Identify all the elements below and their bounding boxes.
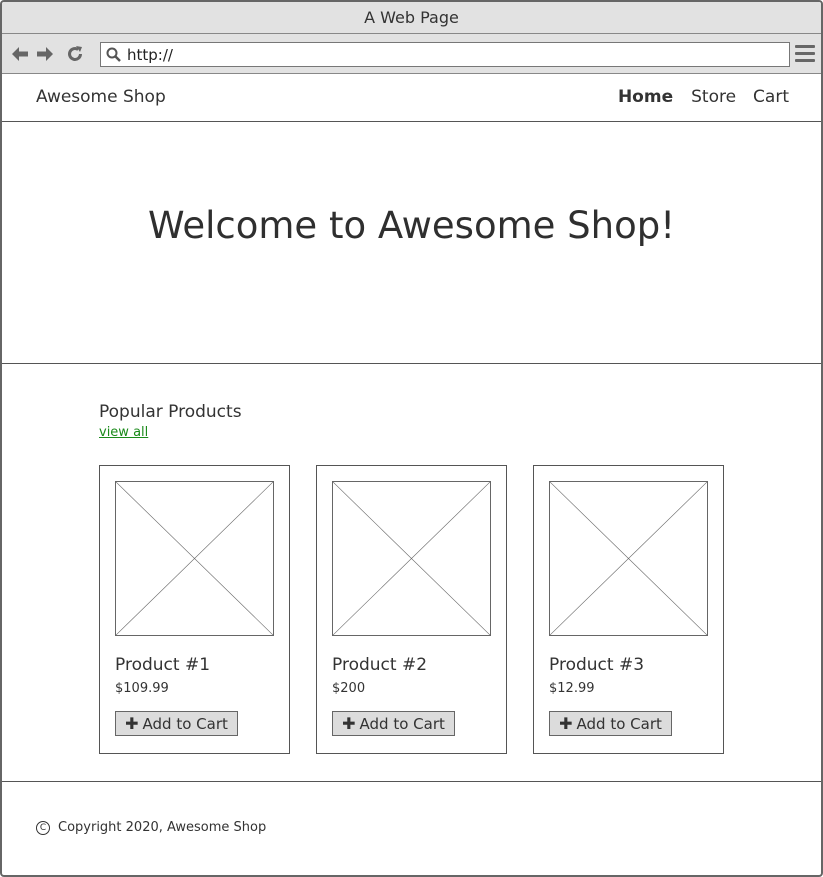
product-card[interactable]: Product #3 $12.99 ✚ Add to Cart xyxy=(533,465,724,754)
product-price: $12.99 xyxy=(549,681,595,696)
hamburger-menu-icon[interactable] xyxy=(795,45,815,63)
product-name: Product #2 xyxy=(332,655,428,675)
plus-icon: ✚ xyxy=(342,713,356,733)
add-to-cart-button[interactable]: ✚ Add to Cart xyxy=(549,711,672,736)
browser-toolbar: http:// xyxy=(2,34,821,74)
nav-store[interactable]: Store xyxy=(691,87,736,107)
url-text: http:// xyxy=(127,45,173,64)
add-to-cart-label: Add to Cart xyxy=(576,714,662,733)
popular-products-section: Popular Products view all Product #1 $10… xyxy=(2,364,821,782)
copyright-text: Copyright 2020, Awesome Shop xyxy=(58,820,267,835)
nav-cart[interactable]: Cart xyxy=(753,87,789,107)
window-title: A Web Page xyxy=(364,8,459,27)
add-to-cart-label: Add to Cart xyxy=(359,714,445,733)
search-icon xyxy=(105,46,123,64)
add-to-cart-button[interactable]: ✚ Add to Cart xyxy=(115,711,238,736)
site-footer: C Copyright 2020, Awesome Shop xyxy=(2,782,821,875)
hero-banner: Welcome to Awesome Shop! xyxy=(2,122,821,364)
copyright-notice: C Copyright 2020, Awesome Shop xyxy=(36,820,266,835)
product-name: Product #1 xyxy=(115,655,211,675)
hero-heading: Welcome to Awesome Shop! xyxy=(147,204,676,247)
reload-icon[interactable] xyxy=(65,44,85,64)
product-image-placeholder xyxy=(115,481,274,636)
product-price: $109.99 xyxy=(115,681,169,696)
copyright-icon: C xyxy=(36,820,50,835)
product-card[interactable]: Product #2 $200 ✚ Add to Cart xyxy=(316,465,507,754)
section-title: Popular Products xyxy=(99,402,242,422)
product-price: $200 xyxy=(332,681,366,696)
plus-icon: ✚ xyxy=(559,713,573,733)
plus-icon: ✚ xyxy=(125,713,139,733)
view-all-link[interactable]: view all xyxy=(99,425,148,440)
product-name: Product #3 xyxy=(549,655,645,675)
window-title-bar: A Web Page xyxy=(2,2,821,34)
add-to-cart-label: Add to Cart xyxy=(142,714,228,733)
site-brand[interactable]: Awesome Shop xyxy=(36,87,166,107)
site-nav: Home Store Cart xyxy=(601,87,789,107)
back-arrow-icon[interactable] xyxy=(10,44,30,64)
site-header: Awesome Shop Home Store Cart xyxy=(2,74,821,122)
product-card[interactable]: Product #1 $109.99 ✚ Add to Cart xyxy=(99,465,290,754)
product-image-placeholder xyxy=(549,481,708,636)
address-bar[interactable]: http:// xyxy=(100,42,790,67)
browser-window: A Web Page http:// Awesome Shop Home Sto… xyxy=(0,0,823,877)
add-to-cart-button[interactable]: ✚ Add to Cart xyxy=(332,711,455,736)
product-image-placeholder xyxy=(332,481,491,636)
forward-arrow-icon[interactable] xyxy=(35,44,55,64)
nav-home[interactable]: Home xyxy=(618,87,673,107)
